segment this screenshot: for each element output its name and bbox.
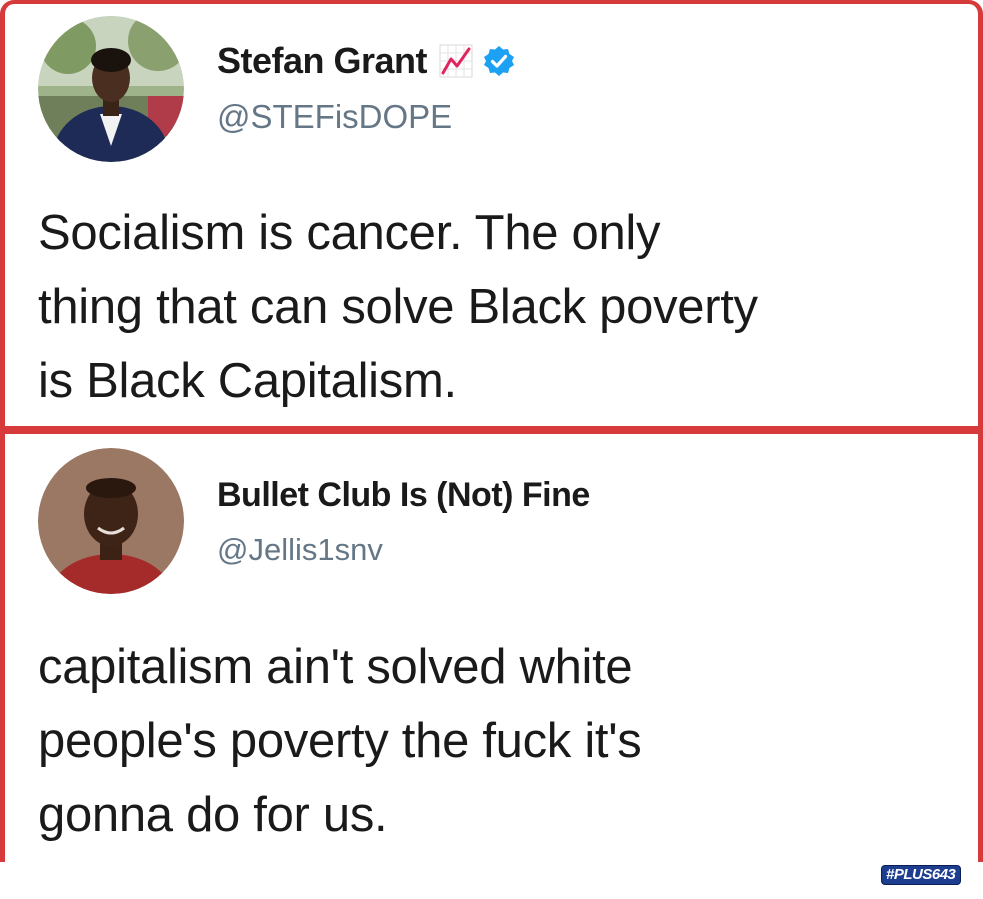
tweet-text: Socialism is cancer. The only thing that… (38, 206, 758, 408)
tweet-text: capitalism ain't solved white people's p… (38, 640, 642, 842)
tweet-divider (0, 426, 983, 434)
trending-chart-icon (439, 44, 473, 78)
screenshot-canvas: Stefan Grant @STEFisDOPE Socialism is ca… (0, 0, 983, 899)
avatar-photo-icon (38, 16, 184, 162)
avatar[interactable] (38, 16, 184, 162)
display-name[interactable]: Bullet Club Is (Not) Fine (217, 476, 590, 515)
watermark-logo: #PLUS643 (881, 865, 962, 885)
author-name-row: Bullet Club Is (Not) Fine (217, 476, 590, 515)
tweet-card[interactable]: Stefan Grant @STEFisDOPE Socialism is ca… (0, 0, 983, 426)
author-handle[interactable]: @STEFisDOPE (217, 98, 452, 136)
avatar[interactable] (38, 448, 184, 594)
verified-badge-icon (483, 45, 515, 77)
author-handle[interactable]: @Jellis1snv (217, 532, 383, 568)
author-name-row: Stefan Grant (217, 40, 515, 82)
display-name[interactable]: Stefan Grant (217, 40, 428, 82)
reply-tweet-card[interactable]: Bullet Club Is (Not) Fine @Jellis1snv ca… (0, 434, 983, 862)
site-watermark: #PLUS643 (871, 863, 971, 893)
avatar-photo-icon (38, 448, 184, 594)
